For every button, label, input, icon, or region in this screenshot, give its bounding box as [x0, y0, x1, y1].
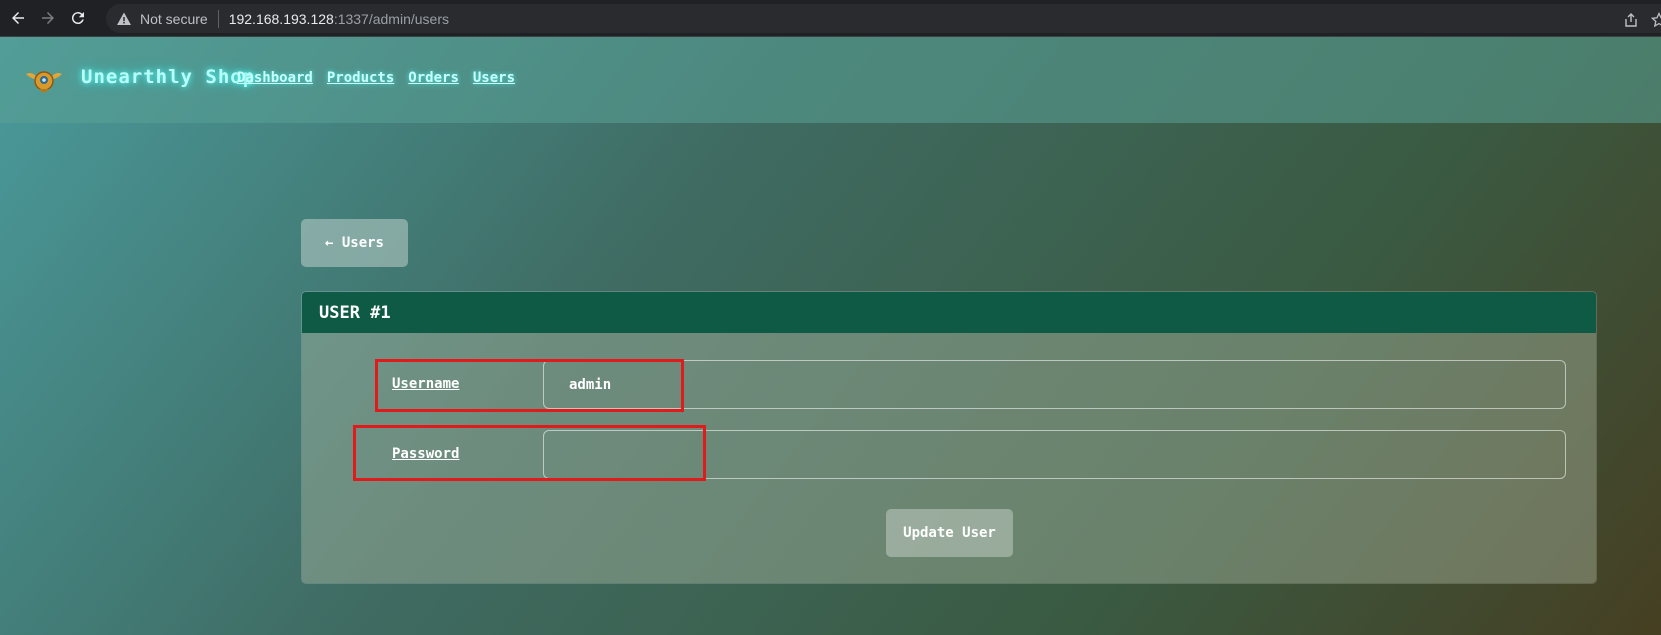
- nav-link-orders[interactable]: Orders: [408, 70, 459, 86]
- security-status[interactable]: Not secure: [140, 11, 208, 27]
- forward-arrow-icon[interactable]: [36, 6, 60, 30]
- omnibox-divider: [217, 9, 219, 28]
- back-to-users-button[interactable]: ← Users: [301, 219, 408, 267]
- nav-link-products[interactable]: Products: [327, 70, 394, 86]
- site-navbar: Unearthly Shop Dashboard Products Orders…: [0, 37, 1661, 123]
- nav-link-users[interactable]: Users: [473, 70, 515, 86]
- user-edit-card: USER #1 Username Password Update User: [301, 291, 1597, 584]
- user-edit-form: Username Password Update User: [302, 333, 1596, 583]
- main-nav: Dashboard Products Orders Users: [237, 70, 515, 86]
- update-user-button[interactable]: Update User: [886, 509, 1013, 557]
- username-label: Username: [392, 376, 460, 392]
- address-bar[interactable]: Not secure 192.168.193.128:1337/admin/us…: [106, 4, 1661, 33]
- card-title: USER #1: [302, 292, 1596, 333]
- url-host: 192.168.193.128: [228, 10, 334, 27]
- password-input[interactable]: [543, 430, 1566, 479]
- warning-icon: [116, 11, 132, 27]
- back-arrow-icon[interactable]: [6, 6, 30, 30]
- brand-title[interactable]: Unearthly Shop: [81, 66, 255, 88]
- username-input[interactable]: [543, 360, 1566, 409]
- password-label: Password: [392, 446, 460, 462]
- share-icon[interactable]: [1623, 12, 1639, 28]
- url-path: :1337/admin/users: [333, 10, 449, 27]
- page-viewport: Unearthly Shop Dashboard Products Orders…: [0, 37, 1661, 635]
- reload-icon[interactable]: [66, 6, 90, 30]
- shop-logo-icon[interactable]: [24, 65, 64, 95]
- nav-link-dashboard[interactable]: Dashboard: [237, 70, 313, 86]
- bookmark-star-icon[interactable]: [1650, 11, 1661, 28]
- browser-toolbar: Not secure 192.168.193.128:1337/admin/us…: [0, 0, 1661, 37]
